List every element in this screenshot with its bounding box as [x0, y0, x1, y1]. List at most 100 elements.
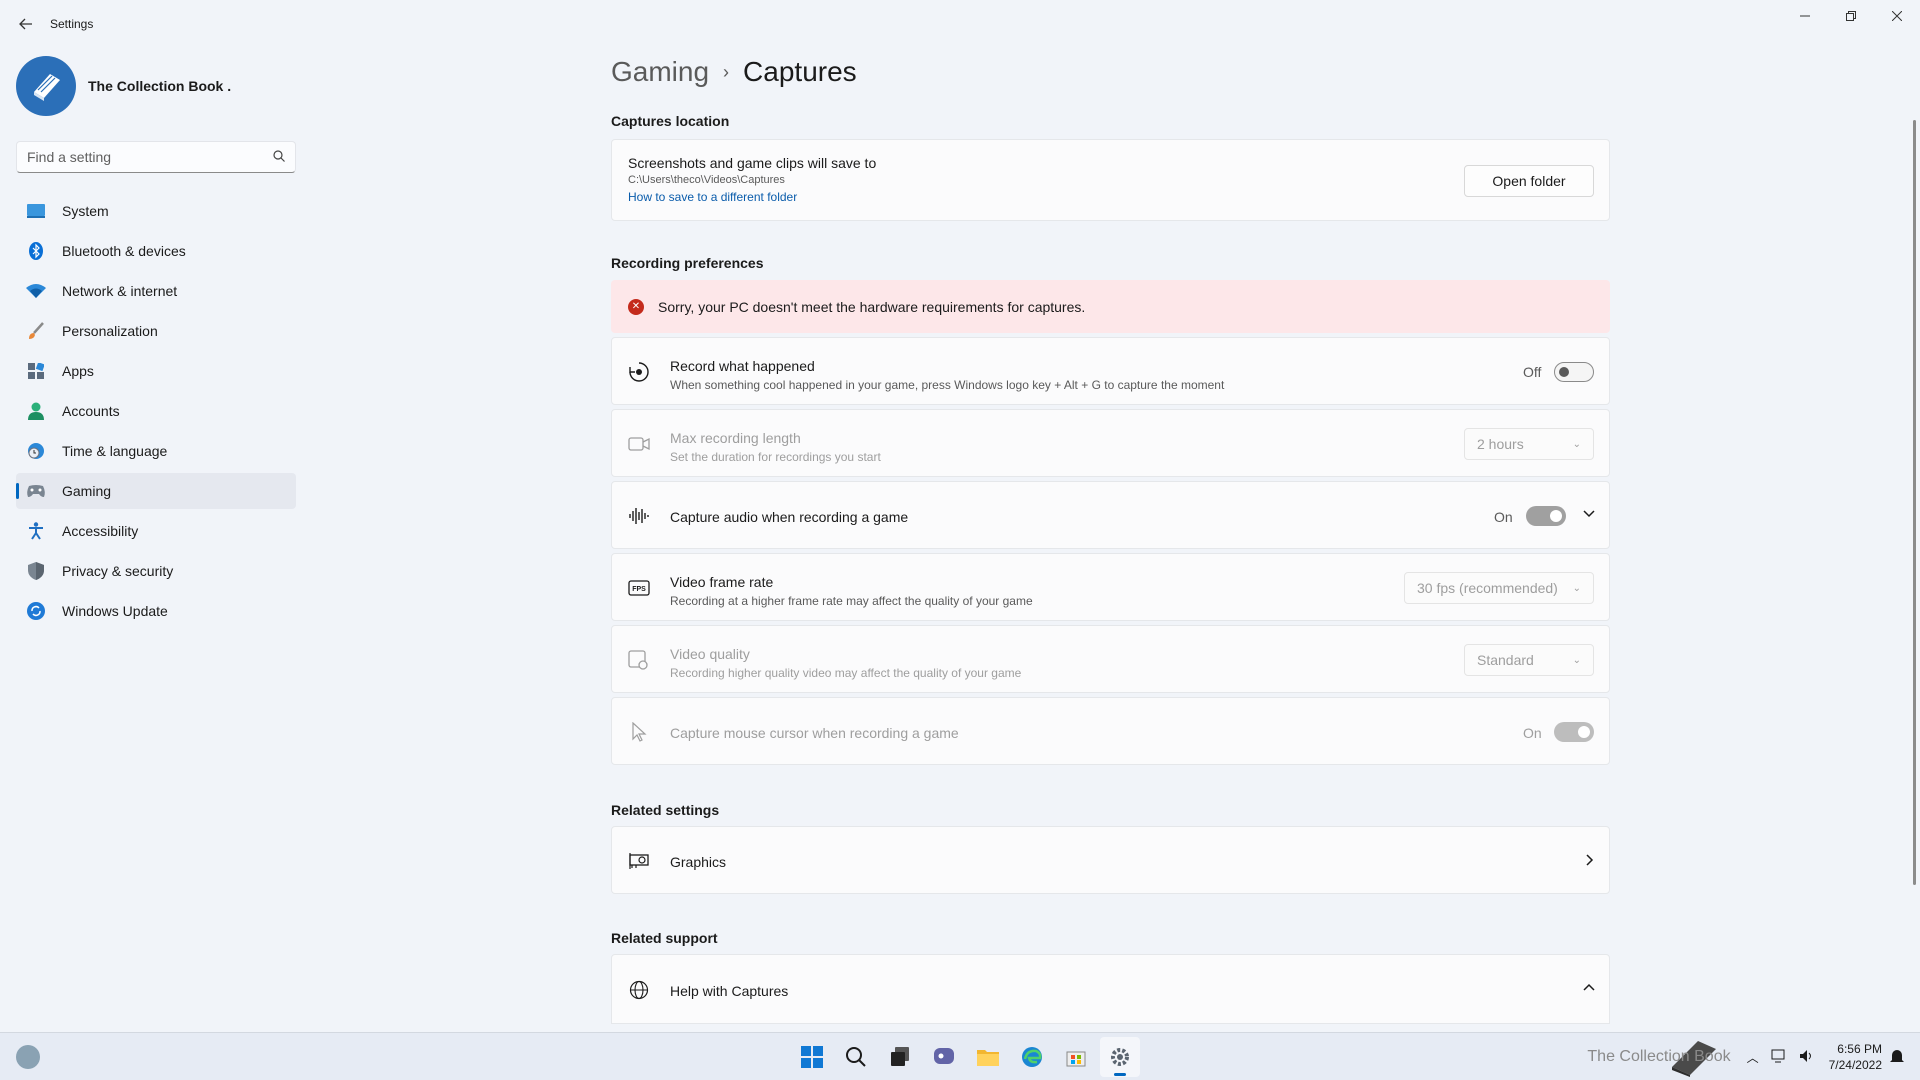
sidebar-item-accessibility[interactable]: Accessibility: [16, 513, 296, 549]
sidebar-item-label: Time & language: [62, 443, 168, 459]
back-arrow-icon[interactable]: [14, 12, 38, 36]
sidebar-item-bluetooth[interactable]: Bluetooth & devices: [16, 233, 296, 269]
vertical-scrollbar[interactable]: [1913, 120, 1916, 885]
settings-icon[interactable]: [1100, 1037, 1140, 1077]
app-title: Settings: [50, 17, 94, 31]
globe-icon: [628, 979, 650, 1001]
capture-audio-title: Capture audio when recording a game: [670, 509, 909, 525]
captures-location-card: Screenshots and game clips will save to …: [611, 139, 1610, 221]
sidebar-item-gaming[interactable]: Gaming: [16, 473, 296, 509]
monitor-icon: [26, 201, 46, 221]
file-explorer-icon[interactable]: [968, 1037, 1008, 1077]
save-folder-link[interactable]: How to save to a different folder: [628, 190, 876, 204]
sidebar-item-time-language[interactable]: Time & language: [16, 433, 296, 469]
sidebar-item-label: Network & internet: [62, 283, 178, 299]
open-folder-button[interactable]: Open folder: [1464, 165, 1594, 197]
captures-path: C:\Users\theco\Videos\Captures: [628, 174, 785, 186]
graphics-row[interactable]: Graphics: [611, 826, 1610, 894]
clock-date: 7/24/2022: [1828, 1058, 1882, 1072]
sidebar-item-label: Bluetooth & devices: [62, 243, 186, 259]
record-what-happened-row: Record what happened When something cool…: [611, 337, 1610, 405]
store-icon[interactable]: [1056, 1037, 1096, 1077]
capture-mouse-cursor-toggle[interactable]: [1554, 722, 1594, 742]
chevron-down-icon: ⌄: [1572, 654, 1581, 666]
sidebar-item-personalization[interactable]: Personalization: [16, 313, 296, 349]
wifi-icon: [26, 281, 46, 301]
brush-icon: [26, 321, 46, 341]
record-what-happened-title: Record what happened: [670, 358, 815, 374]
task-view-icon[interactable]: [880, 1037, 920, 1077]
section-title-related-support: Related support: [611, 930, 718, 946]
edge-icon[interactable]: [1012, 1037, 1052, 1077]
capture-audio-toggle[interactable]: [1526, 506, 1566, 526]
error-icon: ✕: [628, 298, 644, 315]
breadcrumb-parent[interactable]: Gaming: [611, 56, 709, 88]
avatar: [16, 56, 76, 116]
sidebar-item-label: System: [62, 203, 109, 219]
clock[interactable]: 6:56 PM 7/24/2022: [1829, 1041, 1882, 1073]
video-quality-title: Video quality: [670, 646, 750, 662]
notification-icon[interactable]: [1890, 1048, 1904, 1067]
weather-icon[interactable]: [16, 1045, 40, 1069]
start-icon[interactable]: [792, 1037, 832, 1077]
fps-icon: FPS: [628, 577, 650, 599]
graphics-card-icon: [628, 850, 650, 872]
max-recording-length-row: Max recording length Set the duration fo…: [611, 409, 1610, 477]
chevron-up-icon[interactable]: [1582, 981, 1596, 998]
sidebar-item-windows-update[interactable]: Windows Update: [16, 593, 296, 629]
help-with-captures-row[interactable]: Help with Captures: [611, 954, 1610, 1024]
sidebar-item-network[interactable]: Network & internet: [16, 273, 296, 309]
system-tray: The Collection Book ︿ 6:56 PM 7/24/2022: [1587, 1033, 1904, 1080]
sidebar-item-system[interactable]: System: [16, 193, 296, 229]
taskbar: The Collection Book ︿ 6:56 PM 7/24/2022: [0, 1032, 1920, 1080]
video-quality-row: Video quality Recording higher quality v…: [611, 625, 1610, 693]
profile[interactable]: The Collection Book .: [16, 56, 231, 116]
max-recording-length-title: Max recording length: [670, 430, 801, 446]
chevron-right-icon: [1582, 853, 1596, 870]
sidebar-item-label: Windows Update: [62, 603, 168, 619]
accessibility-icon: [26, 521, 46, 541]
search-icon[interactable]: [836, 1037, 876, 1077]
volume-icon[interactable]: [1799, 1049, 1815, 1066]
taskbar-apps: [790, 1033, 1142, 1080]
chevron-up-icon[interactable]: ︿: [1747, 1049, 1759, 1066]
video-frame-rate-description: Recording at a higher frame rate may aff…: [670, 594, 1033, 608]
search-box[interactable]: [16, 141, 296, 173]
section-title-captures-location: Captures location: [611, 113, 730, 129]
chevron-down-icon[interactable]: [1582, 506, 1596, 523]
graphics-title: Graphics: [670, 854, 727, 870]
sidebar-item-label: Apps: [62, 363, 94, 379]
max-recording-length-select[interactable]: 2 hours ⌄: [1464, 428, 1594, 460]
search-input[interactable]: [27, 149, 273, 165]
mouse-cursor-icon: [628, 721, 650, 743]
minimize-icon[interactable]: [1782, 0, 1828, 32]
chat-icon[interactable]: [924, 1037, 964, 1077]
sidebar-nav: System Bluetooth & devices Network & int…: [16, 193, 296, 633]
restore-icon[interactable]: [1828, 0, 1874, 32]
video-quality-select[interactable]: Standard ⌄: [1464, 644, 1594, 676]
select-value: Standard: [1477, 652, 1534, 668]
record-what-happened-description: When something cool happened in your gam…: [670, 378, 1225, 392]
video-quality-icon: [628, 649, 650, 671]
sidebar-item-privacy[interactable]: Privacy & security: [16, 553, 296, 589]
search-icon[interactable]: [273, 149, 285, 165]
watermark-text: The Collection Book: [1587, 1048, 1731, 1065]
video-camera-icon: [628, 433, 650, 455]
capture-mouse-cursor-title: Capture mouse cursor when recording a ga…: [670, 725, 959, 741]
sidebar-item-accounts[interactable]: Accounts: [16, 393, 296, 429]
network-icon[interactable]: [1771, 1049, 1787, 1066]
chevron-down-icon: ⌄: [1572, 438, 1581, 450]
profile-name: The Collection Book .: [88, 78, 232, 94]
page-title: Captures: [743, 56, 857, 87]
sidebar-item-apps[interactable]: Apps: [16, 353, 296, 389]
capture-mouse-cursor-row: Capture mouse cursor when recording a ga…: [611, 697, 1610, 765]
capture-audio-row[interactable]: Capture audio when recording a game On: [611, 481, 1610, 549]
max-recording-length-description: Set the duration for recordings you star…: [670, 450, 881, 464]
gamepad-icon: [26, 481, 46, 501]
hardware-error-banner: ✕ Sorry, your PC doesn't meet the hardwa…: [611, 280, 1610, 333]
video-frame-rate-row: FPS Video frame rate Recording at a high…: [611, 553, 1610, 621]
video-frame-rate-select[interactable]: 30 fps (recommended) ⌄: [1404, 572, 1594, 604]
record-what-happened-toggle[interactable]: [1554, 362, 1594, 382]
breadcrumb-separator: ›: [723, 61, 730, 82]
close-icon[interactable]: [1874, 0, 1920, 32]
